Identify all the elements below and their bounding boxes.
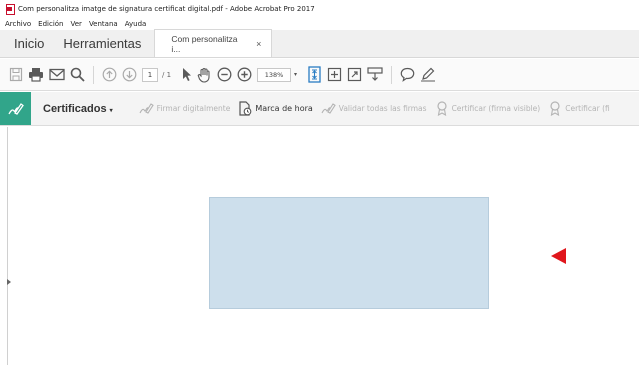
zoom-level-field[interactable]: 138% <box>257 67 292 82</box>
menu-ventana[interactable]: Ventana <box>89 20 118 28</box>
read-mode-icon[interactable] <box>367 64 383 86</box>
digital-sign-icon <box>139 102 154 115</box>
certificates-title: Certificados <box>43 102 107 115</box>
previous-page-icon[interactable] <box>102 64 117 86</box>
pen-sign-icon[interactable] <box>420 64 436 86</box>
validate-signature-icon <box>321 102 336 115</box>
zoom-in-icon[interactable] <box>237 64 252 86</box>
certify-visible-label: Certificar (firma visible) <box>451 104 541 113</box>
validate-all-signatures-button[interactable]: Validar todas las firmas <box>321 102 427 115</box>
menu-ayuda[interactable]: Ayuda <box>125 20 147 28</box>
comment-icon[interactable] <box>400 64 415 86</box>
certify-button[interactable]: Certificar (fi <box>548 101 610 116</box>
acrobat-window: Com personalitza imatge de signatura cer… <box>0 0 639 365</box>
validate-all-signatures-label: Validar todas las firmas <box>338 104 427 113</box>
certify-visible-button[interactable]: Certificar (firma visible) <box>435 101 541 116</box>
page-view-icon[interactable] <box>327 64 342 86</box>
signature-field-rectangle[interactable] <box>209 197 489 309</box>
annotation-red-arrow <box>551 248 566 264</box>
zoom-out-icon[interactable] <box>217 64 232 86</box>
toolbar-separator <box>93 65 94 84</box>
save-icon[interactable] <box>9 64 23 86</box>
menu-archivo[interactable]: Archivo <box>5 20 31 28</box>
search-icon[interactable] <box>70 64 85 86</box>
certify-ribbon-icon <box>435 101 449 116</box>
fit-page-icon[interactable] <box>307 64 322 86</box>
tab-inicio[interactable]: Inicio <box>0 29 54 57</box>
certificates-menu[interactable]: Certificados ▾ <box>43 103 113 115</box>
main-toolbar: 1 / 1 138% ▾ <box>0 59 639 91</box>
certificates-toolbar: Certificados ▾ Firmar digitalmente Marca … <box>0 92 639 126</box>
tab-herramientas[interactable]: Herramientas <box>54 29 150 57</box>
close-tab-button[interactable]: × <box>256 39 261 49</box>
tab-document[interactable]: Com personalitza i... × <box>154 29 273 57</box>
certificates-tool-badge <box>0 92 31 125</box>
menu-edicion[interactable]: Edición <box>38 20 63 28</box>
signature-pen-icon <box>7 102 24 115</box>
tab-bar: Inicio Herramientas Com personalitza i..… <box>0 29 639 58</box>
title-bar: Com personalitza imatge de signatura cer… <box>0 0 639 18</box>
sign-digitally-button[interactable]: Firmar digitalmente <box>139 102 231 115</box>
print-icon[interactable] <box>28 64 44 86</box>
select-cursor-icon[interactable] <box>181 64 192 86</box>
page-total-label: / 1 <box>162 70 172 79</box>
window-title: Com personalitza imatge de signatura cer… <box>18 5 315 13</box>
timestamp-label: Marca de hora <box>255 104 313 113</box>
next-page-icon[interactable] <box>122 64 137 86</box>
page-number-input[interactable]: 1 <box>142 67 158 82</box>
left-panel-edge <box>7 127 8 365</box>
timestamp-icon <box>238 101 252 116</box>
certify-ribbon-icon <box>548 101 562 116</box>
zoom-dropdown-arrow[interactable]: ▾ <box>294 71 297 78</box>
menu-ver[interactable]: Ver <box>71 20 82 28</box>
toolbar-separator <box>391 65 393 84</box>
sign-digitally-label: Firmar digitalmente <box>156 104 231 113</box>
tab-document-label: Com personalitza i... <box>171 33 238 54</box>
expand-left-panel-handle[interactable] <box>7 279 11 285</box>
chevron-down-icon: ▾ <box>109 107 113 114</box>
timestamp-button[interactable]: Marca de hora <box>238 101 313 116</box>
certify-label: Certificar (fi <box>565 104 610 113</box>
email-icon[interactable] <box>49 64 65 86</box>
acrobat-pdf-icon <box>5 4 15 15</box>
full-screen-icon[interactable] <box>347 64 362 86</box>
hand-tool-icon[interactable] <box>197 64 212 86</box>
